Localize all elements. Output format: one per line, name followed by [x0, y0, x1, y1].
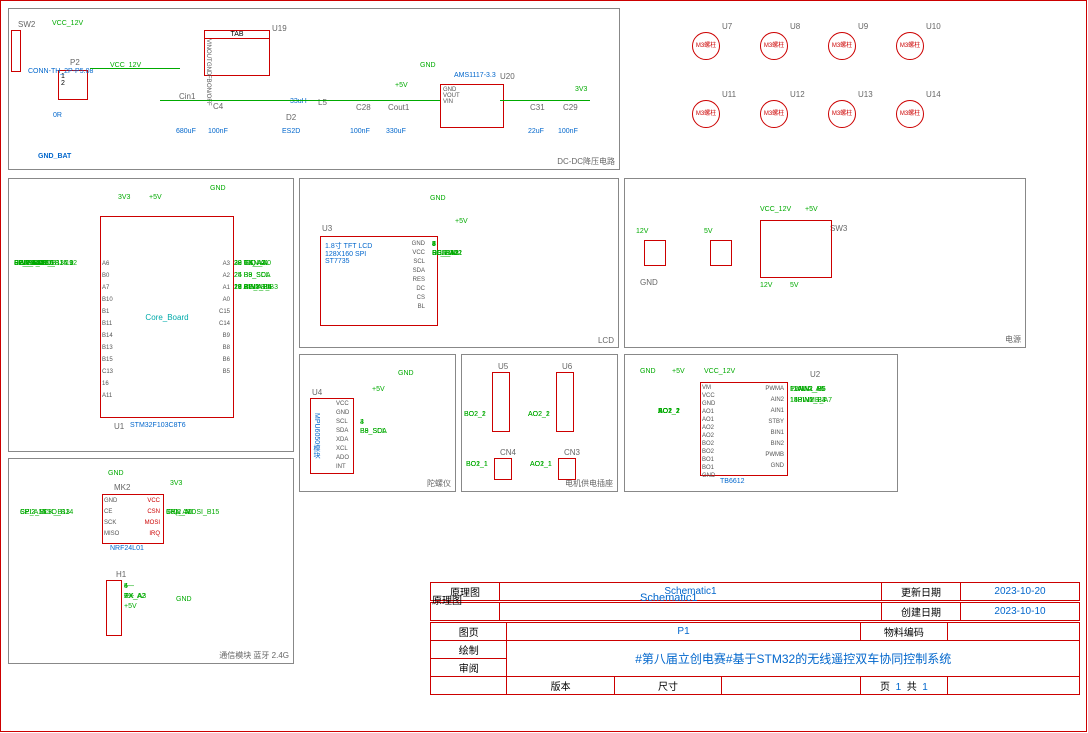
val-c28: 100nF [350, 128, 370, 135]
val-c31: 22uF [528, 128, 544, 135]
net-gnd: GND [420, 62, 436, 69]
ref-sw2: SW2 [18, 20, 35, 29]
ref-c29: C29 [563, 103, 578, 112]
net-vcc12: VCC_12V [52, 20, 83, 27]
ref-cout1: Cout1 [388, 103, 409, 112]
conn-cn4 [494, 458, 512, 480]
val-cout1: 330uF [386, 128, 406, 135]
ref-p2: P2 [70, 58, 80, 67]
conn-cn3 [558, 458, 576, 480]
val-cin1: 680uF [176, 128, 196, 135]
dip-sw3 [760, 220, 832, 278]
block-label: DC-DC降压电路 [557, 156, 615, 167]
hdr-h1 [106, 580, 122, 636]
ref-u20: U20 [500, 72, 515, 81]
ref-c28: C28 [356, 103, 371, 112]
net-3v3: 3V3 [575, 86, 587, 93]
ref-u3: U3 [322, 224, 332, 233]
block-dcdc: DC-DC降压电路 [8, 8, 620, 170]
title-block: 原理图 Schematic1 更新日期 2023-10-20 [430, 582, 1080, 601]
part-u20: AMS1117-3.3 [454, 72, 496, 79]
ref-u19: U19 [272, 24, 287, 33]
conn-u6 [556, 372, 574, 432]
val-c4: 100nF [208, 128, 228, 135]
u1-right-pins: A3A2 A1A0 C15C14 B9B8 B6B5 [214, 258, 230, 378]
val-c29: 100nF [558, 128, 578, 135]
net-gndbat: GND_BAT [38, 153, 71, 160]
block-comm: 通信模块 蓝牙 2.4G [8, 458, 294, 664]
part-u1: STM32F103C8T6 [130, 422, 186, 429]
schematic-canvas: DC-DC降压电路 SW2 VCC_12V P2 12 CONN-TH_2P-P… [0, 0, 1088, 733]
ic-u19: TAB VINOUTGNDFBON/OFF [204, 30, 270, 76]
block-motor: 电机供电插座 [461, 354, 618, 492]
val-0r: 0R [53, 112, 62, 119]
ref-u1: U1 [114, 422, 124, 431]
u1-right-nets: 32 RX_A330 TX_A2 29 IRQ_A128 CSN_A0 25 B… [234, 258, 294, 282]
val-d2: ES2D [282, 128, 300, 135]
hdr-5v [710, 240, 732, 266]
ref-c4: C4 [213, 102, 223, 111]
hdr-12v [644, 240, 666, 266]
net-5v: +5V [395, 82, 408, 89]
u1-left-pins: A6B0A7 B10B1B11 B14B13 B15C1316 A11 [102, 258, 113, 402]
ref-d2: D2 [286, 113, 296, 122]
switch-sw2 [11, 30, 21, 72]
ic-u20: GNDVOUTVIN [440, 84, 504, 128]
part-conn: CONN-TH_2P-P5.08 [28, 68, 93, 75]
conn-u5 [492, 372, 510, 432]
ref-c31: C31 [530, 103, 545, 112]
